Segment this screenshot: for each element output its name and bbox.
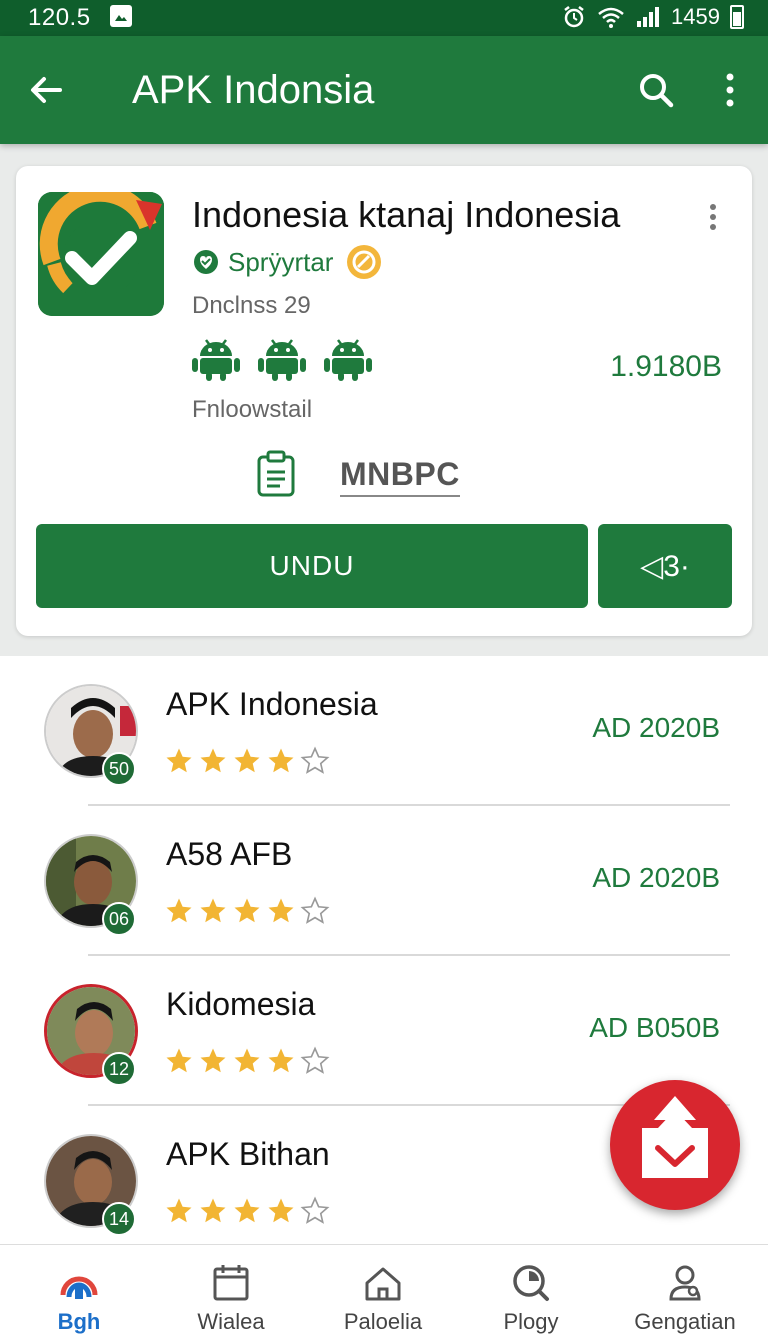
star-filled-icon	[200, 748, 226, 773]
item-name: APK Indonesia	[166, 686, 378, 722]
search-circle-icon	[513, 1265, 549, 1301]
nav-label: Gengatian	[634, 1309, 736, 1334]
rating-stars	[164, 746, 330, 776]
download-fab-button[interactable]	[610, 1080, 740, 1210]
star-empty-icon	[300, 1196, 330, 1224]
search-icon[interactable]	[636, 70, 676, 110]
download-button[interactable]: UNDU	[36, 524, 588, 608]
star-filled-icon	[234, 748, 260, 773]
star-filled-icon	[268, 748, 294, 773]
nav-label: Plogy	[503, 1309, 559, 1334]
star-filled-icon	[268, 898, 294, 923]
item-name: Kidomesia	[166, 986, 316, 1022]
calendar-icon	[213, 1265, 249, 1301]
clipboard-icon[interactable]	[256, 450, 296, 498]
developer-name[interactable]: Sprÿyrtar	[228, 247, 333, 278]
nav-label: Bgh	[57, 1309, 101, 1334]
star-filled-icon	[268, 1048, 294, 1073]
star-filled-icon	[234, 1048, 260, 1073]
status-time: 120.5	[28, 4, 91, 31]
developer-row: Sprÿyrtar	[192, 244, 382, 280]
status-bar: 120.5 1459	[0, 0, 768, 36]
verified-heart-icon	[194, 250, 218, 274]
star-empty-icon	[300, 896, 330, 924]
count-badge: 50	[102, 752, 136, 786]
card-more-icon[interactable]	[704, 202, 722, 232]
nav-label: Paloelia	[343, 1309, 423, 1334]
item-price: AD B050B	[589, 1012, 720, 1043]
nav-item-paloelia[interactable]: Paloelia	[306, 1245, 460, 1344]
star-empty-icon	[300, 746, 330, 774]
list-item[interactable]: 06 A58 AFB AD 2020B	[0, 806, 768, 956]
rating-stars	[164, 896, 330, 926]
star-filled-icon	[166, 1198, 192, 1223]
star-filled-icon	[200, 1048, 226, 1073]
home-arc-icon	[60, 1276, 98, 1299]
item-name: A58 AFB	[166, 836, 293, 872]
star-filled-icon	[166, 1048, 192, 1073]
share-button[interactable]: ◁3·	[598, 524, 732, 608]
user-icon	[669, 1265, 701, 1301]
nav-item-wialea[interactable]: Wialea	[154, 1245, 308, 1344]
download-icon	[642, 1096, 708, 1178]
house-icon	[365, 1267, 401, 1301]
image-notification-icon	[110, 5, 132, 27]
more-vert-icon[interactable]	[716, 70, 744, 110]
star-filled-icon	[166, 748, 192, 773]
publisher-logo-text: MNBPC	[340, 456, 460, 497]
star-empty-icon	[300, 1046, 330, 1074]
star-filled-icon	[234, 898, 260, 923]
award-badge-icon	[347, 245, 382, 279]
android-icon	[192, 339, 240, 381]
app-logo-icon	[38, 192, 164, 316]
status-right: 1459	[561, 2, 744, 32]
nav-item-bgh[interactable]: Bgh	[2, 1245, 156, 1344]
back-arrow-icon[interactable]	[26, 70, 66, 110]
list-item[interactable]: 50 APK Indonesia AD 2020B	[0, 656, 768, 806]
star-filled-icon	[200, 1198, 226, 1223]
downloads-count: Dnclnss 29	[192, 292, 311, 319]
star-filled-icon	[268, 1198, 294, 1223]
android-icon	[258, 339, 306, 381]
battery-icon	[730, 5, 744, 29]
count-badge: 06	[102, 902, 136, 936]
app-detail-card: Indonesia ktanaj Indonesia Sprÿyrtar Dnc…	[16, 166, 752, 636]
nav-label: Wialea	[197, 1309, 265, 1334]
bottom-nav: Bgh Wialea Paloelia Plogy Gengatian	[0, 1244, 768, 1344]
signal-icon	[637, 7, 660, 27]
page-title: APK Indonsia	[132, 68, 375, 112]
nav-item-plogy[interactable]: Plogy	[454, 1245, 608, 1344]
wifi-icon	[598, 7, 624, 28]
count-badge: 12	[102, 1052, 136, 1086]
star-filled-icon	[234, 1198, 260, 1223]
follow-label[interactable]: Fnloowstail	[192, 396, 312, 424]
rating-stars	[164, 1046, 330, 1076]
rating-stars	[164, 1196, 330, 1226]
app-title: Indonesia ktanaj Indonesia	[192, 194, 621, 235]
item-name: APK Bithan	[166, 1136, 330, 1172]
platform-icons	[190, 334, 374, 382]
item-price: AD 2020B	[592, 862, 720, 893]
nav-item-gengatian[interactable]: Gengatian	[608, 1245, 762, 1344]
alarm-icon	[564, 6, 584, 28]
item-price: AD 2020B	[592, 712, 720, 743]
app-size: 1.9180B	[610, 350, 722, 383]
star-filled-icon	[166, 898, 192, 923]
battery-text: 1459	[671, 4, 720, 29]
star-filled-icon	[200, 898, 226, 923]
app-bar: APK Indonsia	[0, 36, 768, 144]
count-badge: 14	[102, 1202, 136, 1236]
android-icon	[324, 339, 372, 381]
